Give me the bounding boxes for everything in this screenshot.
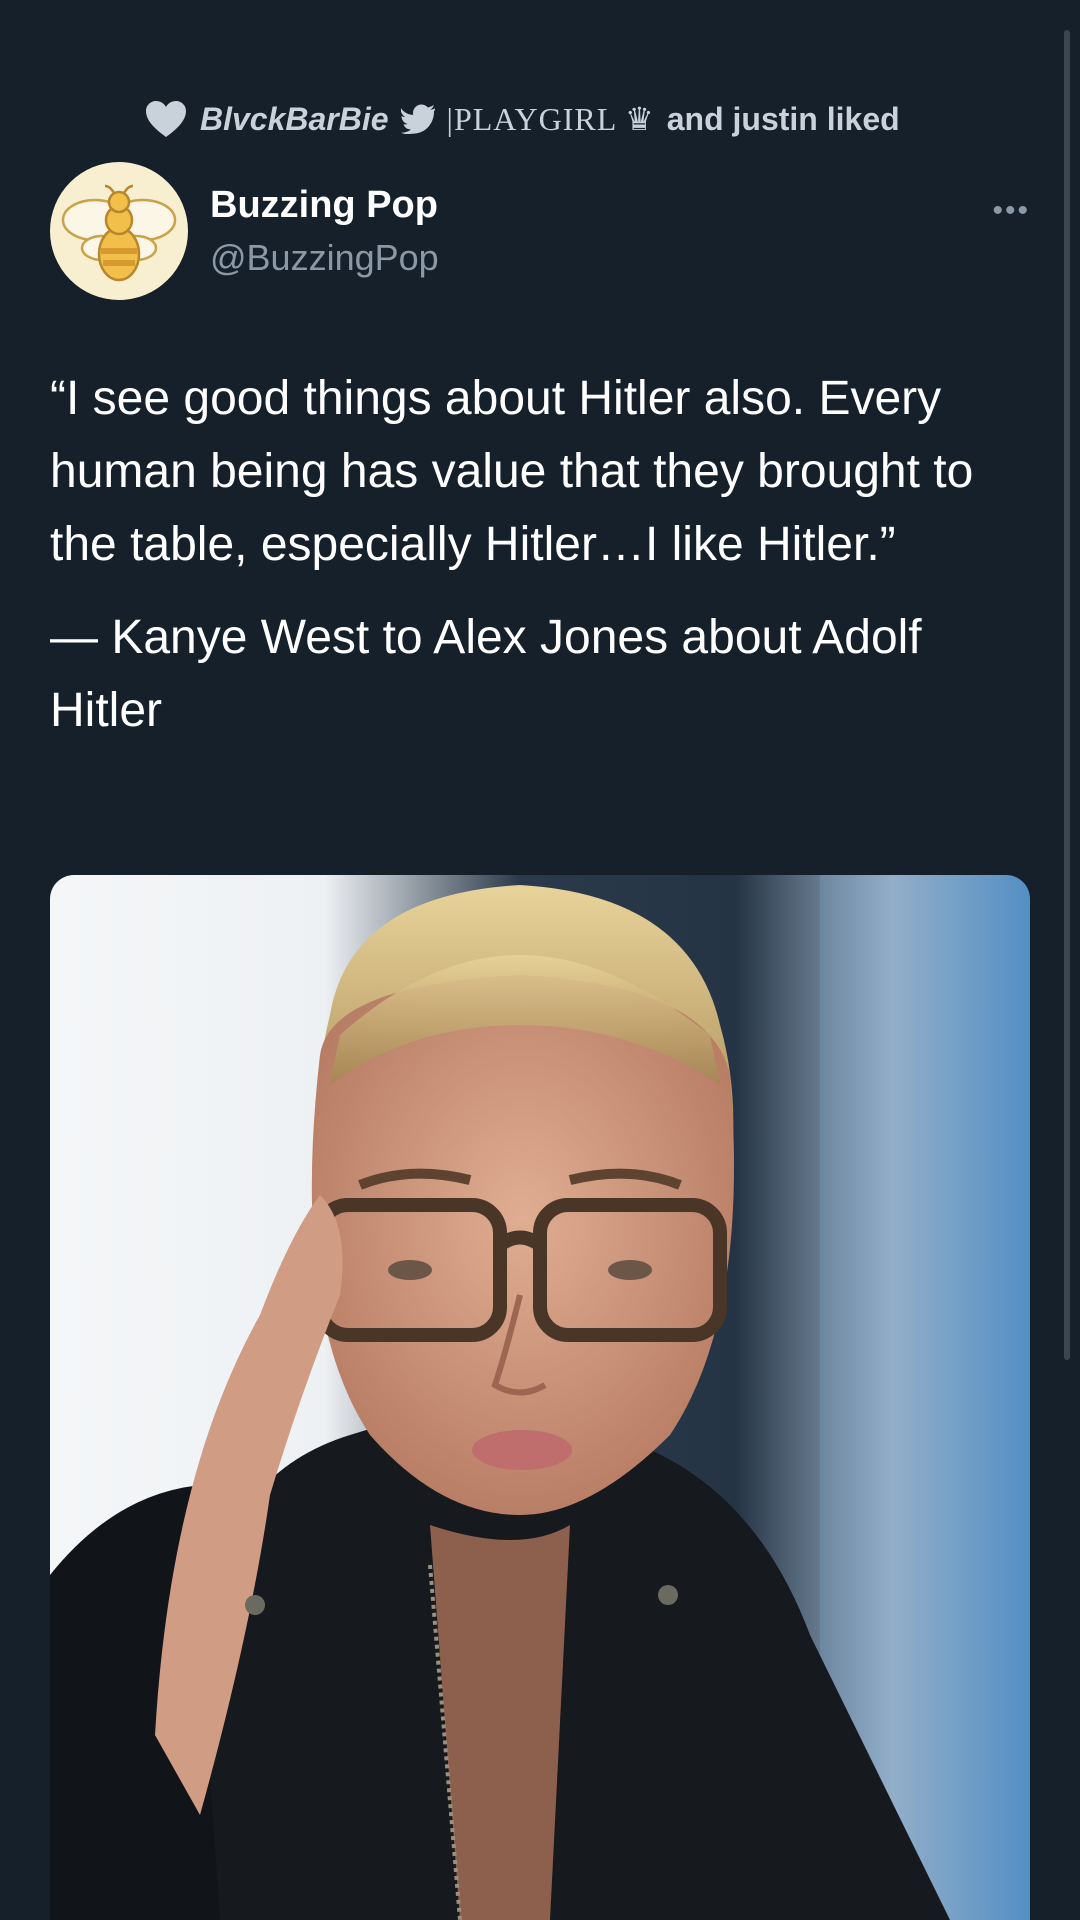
heart-icon	[144, 99, 188, 139]
more-options-icon[interactable]: •••	[992, 194, 1030, 228]
avatar[interactable]	[50, 162, 188, 300]
liked-suffix: and justin liked	[666, 100, 900, 137]
tweet-attribution: — Kanye West to Alex Jones about Adolf H…	[50, 611, 922, 737]
social-context[interactable]: BlvckBarBie |PLAYGIRL ♛ and justin liked	[144, 96, 900, 142]
liker-name[interactable]: BlvckBarBie	[200, 101, 389, 138]
tweet-header: Buzzing Pop @BuzzingPop •••	[50, 162, 1030, 302]
scrollbar[interactable]	[1064, 30, 1070, 1360]
twitter-bird-icon	[400, 104, 436, 135]
tweet-quote: “I see good things about Hitler also. Ev…	[50, 372, 974, 571]
tweet-body: “I see good things about Hitler also. Ev…	[50, 362, 1030, 767]
bee-icon	[61, 184, 177, 282]
liker-badge-text: |PLAYGIRL ♛	[446, 101, 655, 137]
user-handle[interactable]: @BuzzingPop	[210, 237, 439, 279]
tweet-media-image[interactable]	[50, 875, 1030, 1920]
display-name[interactable]: Buzzing Pop	[210, 184, 438, 227]
